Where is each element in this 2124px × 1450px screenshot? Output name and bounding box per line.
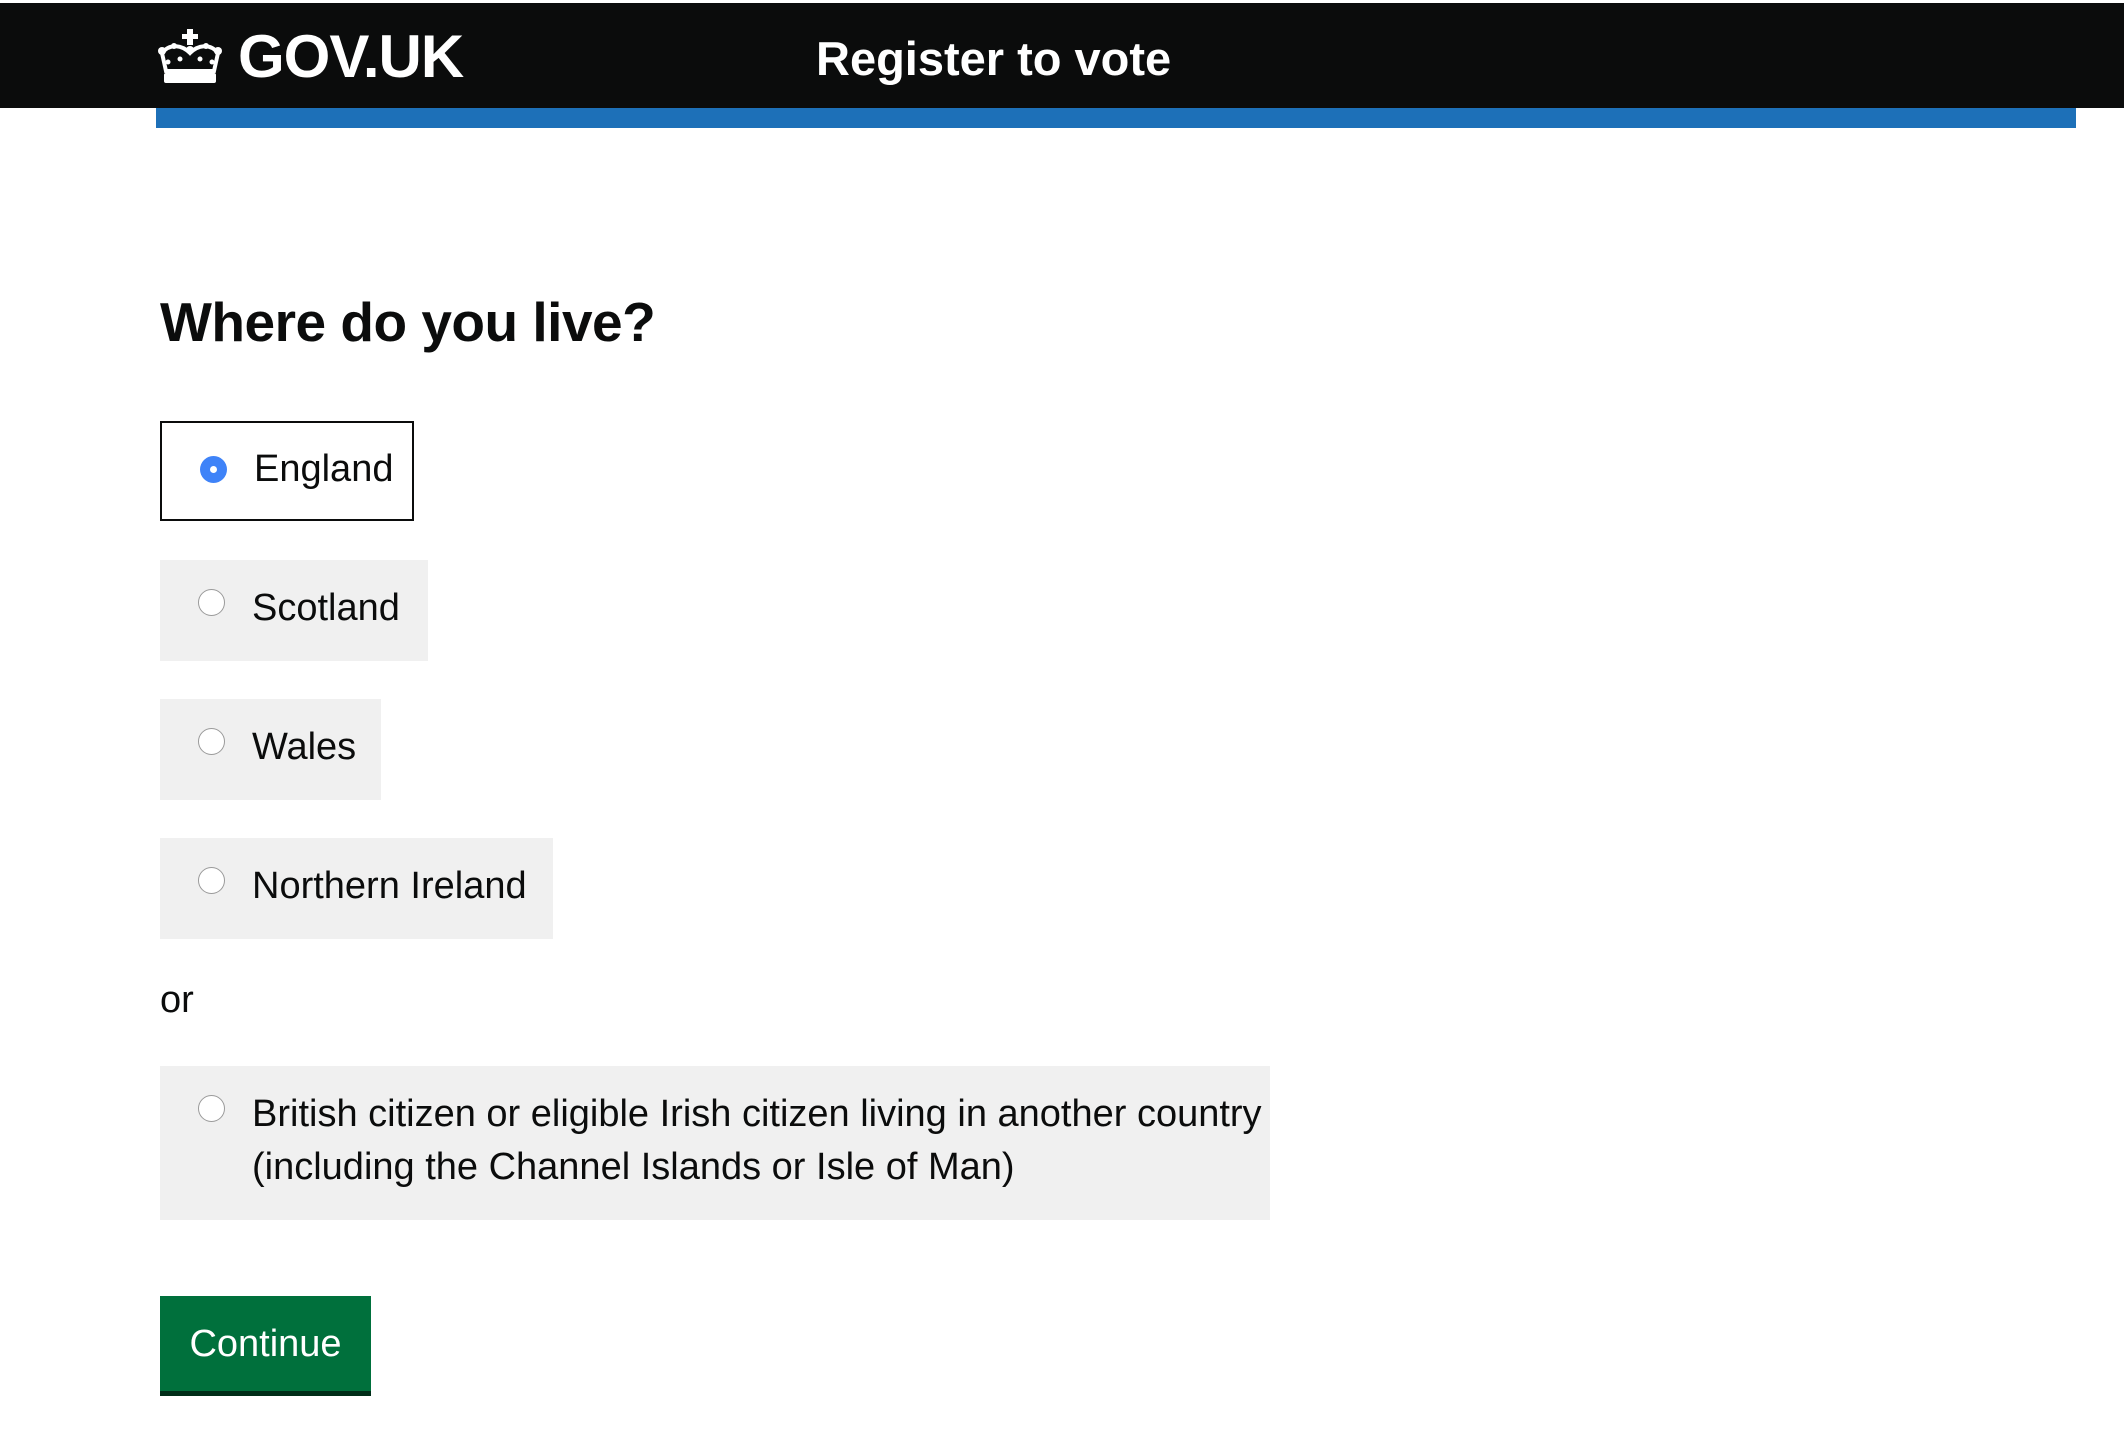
logo-text: GOV.UK <box>238 23 464 90</box>
radio-option-scotland[interactable]: Scotland <box>160 560 428 661</box>
option-label-scotland: Scotland <box>252 587 400 629</box>
radio-option-living-abroad[interactable]: British citizen or eligible Irish citize… <box>160 1066 1270 1220</box>
radio-option-northern-ireland[interactable]: Northern Ireland <box>160 838 553 939</box>
option-label-northern-ireland: Northern Ireland <box>252 865 527 907</box>
or-divider-text: or <box>160 979 194 1021</box>
option-label-england: England <box>254 448 394 490</box>
radio-option-wales[interactable]: Wales <box>160 699 381 800</box>
radio-button-living-abroad[interactable] <box>198 1095 225 1122</box>
option-label-wales: Wales <box>252 726 357 768</box>
govuk-logo-link[interactable]: GOV.UK <box>156 23 464 90</box>
radio-button-england[interactable] <box>200 456 227 483</box>
service-name-link[interactable]: Register to vote <box>816 29 1171 89</box>
radio-button-northern-ireland[interactable] <box>198 867 225 894</box>
site-header: GOV.UK Register to vote <box>0 0 2124 108</box>
continue-button[interactable]: Continue <box>160 1296 371 1391</box>
header-accent-bar <box>156 108 2076 128</box>
option-label-living-abroad-line2: (including the Channel Islands or Isle o… <box>252 1146 1015 1188</box>
radio-button-wales[interactable] <box>198 728 225 755</box>
option-label-living-abroad-line1: British citizen or eligible Irish citize… <box>252 1093 1262 1135</box>
radio-button-scotland[interactable] <box>198 589 225 616</box>
radio-option-england[interactable]: England <box>160 421 414 521</box>
crown-icon <box>158 29 222 83</box>
page-title: Where do you live? <box>160 291 656 353</box>
